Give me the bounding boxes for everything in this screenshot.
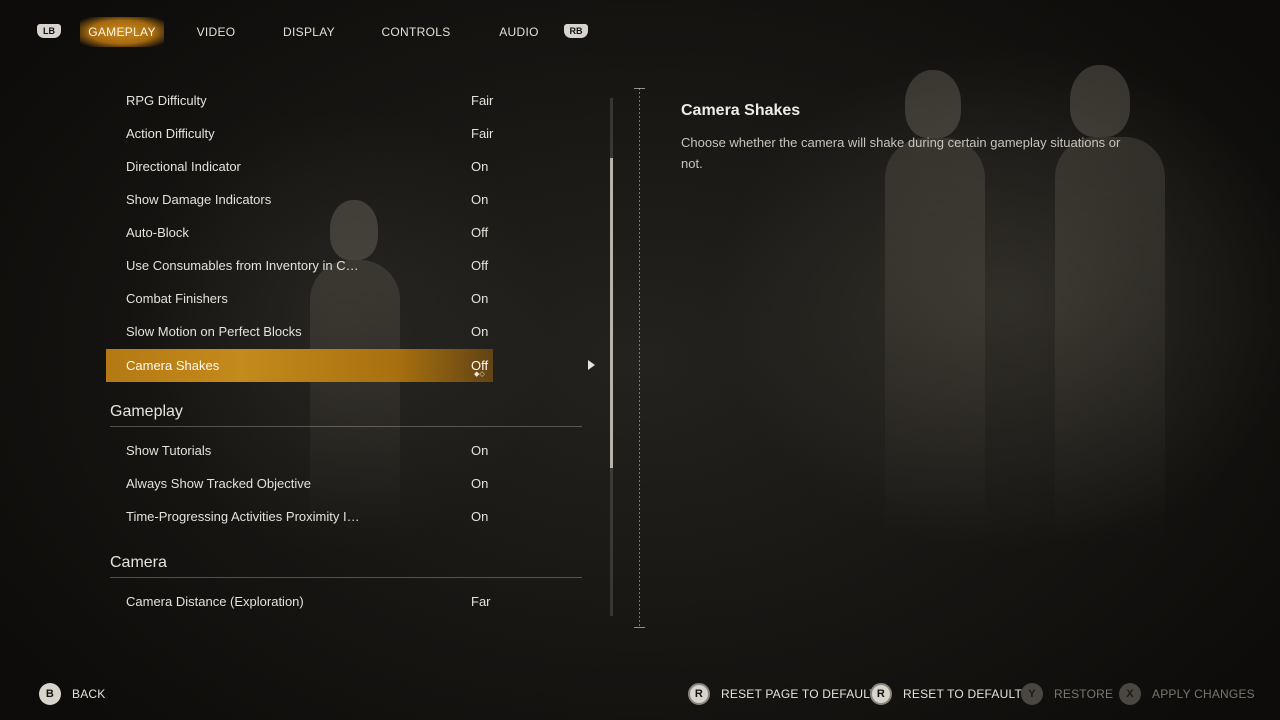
setting-value: On [471,192,489,207]
tab-video[interactable]: VIDEO [186,17,246,47]
setting-value: Fair [471,126,494,141]
divider-cap-bottom [634,627,645,628]
setting-value: Off [471,258,489,273]
chevron-right-icon[interactable] [588,360,595,370]
left-bumper-icon[interactable]: LB [37,24,61,38]
section-header-camera: Camera [110,548,582,578]
reset-page-label: RESET PAGE TO DEFAULT [721,687,877,701]
setting-label: Always Show Tracked Objective [126,476,311,491]
setting-row-slow-motion-perfect-blocks[interactable]: Slow Motion on Perfect Blocks On [106,315,493,348]
setting-row-action-difficulty[interactable]: Action Difficulty Fair [106,117,493,150]
b-button-icon: B [39,683,61,705]
restore-label: RESTORE [1054,687,1114,701]
setting-row-always-show-tracked-objective[interactable]: Always Show Tracked Objective On [106,467,493,500]
setting-row-use-consumables[interactable]: Use Consumables from Inventory in C… Off [106,249,493,282]
top-tab-bar: LB GAMEPLAY VIDEO DISPLAY CONTROLS AUDIO… [0,0,1280,62]
description-text: Choose whether the camera will shake dur… [681,135,1121,171]
setting-value: On [471,476,489,491]
apply-changes-button[interactable]: X APPLY CHANGES [1119,683,1255,705]
setting-value: On [471,324,489,339]
settings-list: RPG Difficulty Fair Action Difficulty Fa… [106,84,582,620]
setting-row-combat-finishers[interactable]: Combat Finishers On [106,282,493,315]
setting-value: On [471,443,489,458]
restore-button[interactable]: Y RESTORE [1021,683,1114,705]
setting-label: Auto-Block [126,225,189,240]
divider-cap-top [634,88,645,89]
setting-row-directional-indicator[interactable]: Directional Indicator On [106,150,493,183]
x-button-icon: X [1119,683,1141,705]
setting-label: Camera Shakes [126,358,220,373]
setting-row-rpg-difficulty[interactable]: RPG Difficulty Fair [106,84,493,117]
setting-value: On [471,159,489,174]
r-stick-icon: R [688,683,710,705]
setting-row-camera-distance-exploration[interactable]: Camera Distance (Exploration) Far [106,585,493,618]
section-header-gameplay: Gameplay [110,397,582,427]
setting-label: Use Consumables from Inventory in C… [126,258,359,273]
tab-audio[interactable]: AUDIO [494,17,544,47]
tab-gameplay[interactable]: GAMEPLAY [80,17,164,47]
apply-label: APPLY CHANGES [1152,687,1255,701]
setting-value: On [471,509,489,524]
setting-row-show-tutorials[interactable]: Show Tutorials On [106,434,493,467]
setting-label: Show Tutorials [126,443,212,458]
setting-label: Slow Motion on Perfect Blocks [126,324,302,339]
back-label: BACK [72,687,106,701]
tab-display[interactable]: DISPLAY [275,17,343,47]
setting-label: Time-Progressing Activities Proximity I… [126,509,360,524]
panel-divider [639,88,640,628]
r-stick-icon: R [870,683,892,705]
back-button[interactable]: B BACK [39,683,119,705]
setting-label: Directional Indicator [126,159,241,174]
setting-value: On [471,291,489,306]
setting-row-camera-shakes[interactable]: Camera Shakes Off ◆◇ [106,349,493,382]
y-button-icon: Y [1021,683,1043,705]
scrollbar-thumb[interactable] [610,158,613,468]
setting-value: Off [471,225,489,240]
setting-row-time-progressing-activities[interactable]: Time-Progressing Activities Proximity I…… [106,500,493,533]
setting-label: Combat Finishers [126,291,228,306]
description-title: Camera Shakes [681,102,801,119]
setting-label: Action Difficulty [126,126,215,141]
reset-page-to-default-button[interactable]: R RESET PAGE TO DEFAULT [688,683,877,705]
setting-row-show-damage-indicators[interactable]: Show Damage Indicators On [106,183,493,216]
setting-label: Camera Distance (Exploration) [126,594,304,609]
setting-label: RPG Difficulty [126,93,207,108]
option-position-indicator: ◆◇ [474,371,485,378]
setting-row-auto-block[interactable]: Auto-Block Off [106,216,493,249]
setting-value: Far [471,594,491,609]
setting-label: Show Damage Indicators [126,192,272,207]
tab-controls[interactable]: CONTROLS [378,17,454,47]
right-bumper-icon[interactable]: RB [564,24,588,38]
reset-to-default-button[interactable]: R RESET TO DEFAULT [870,683,1022,705]
setting-value: Fair [471,93,494,108]
reset-label: RESET TO DEFAULT [903,687,1023,701]
